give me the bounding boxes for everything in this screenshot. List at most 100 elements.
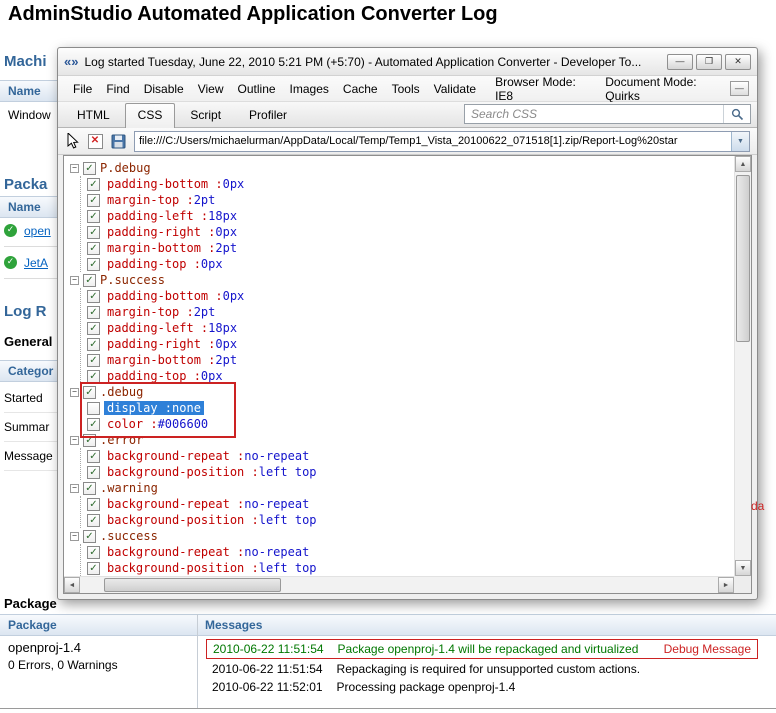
- horizontal-scrollbar[interactable]: ◄ ►: [64, 576, 734, 593]
- css-selector[interactable]: .warning: [100, 481, 158, 495]
- css-property[interactable]: margin-top : 2pt: [104, 193, 218, 207]
- pin-panel-icon[interactable]: —: [730, 81, 749, 96]
- menu-item-outline[interactable]: Outline: [231, 79, 283, 99]
- scroll-down-icon[interactable]: ▼: [735, 560, 751, 576]
- tab-profiler[interactable]: Profiler: [236, 103, 300, 127]
- css-property[interactable]: padding-left : 18px: [104, 209, 240, 223]
- save-icon[interactable]: [109, 132, 127, 150]
- property-checkbox[interactable]: ✓: [87, 370, 100, 383]
- rule-checkbox[interactable]: ✓: [83, 274, 96, 287]
- css-property[interactable]: background-repeat : no-repeat: [104, 497, 312, 511]
- collapse-icon[interactable]: −: [70, 164, 79, 173]
- property-checkbox[interactable]: ✓: [87, 258, 100, 271]
- property-checkbox[interactable]: ✓: [87, 418, 100, 431]
- css-selector[interactable]: .error: [100, 433, 143, 447]
- tab-script[interactable]: Script: [177, 103, 234, 127]
- menu-item-cache[interactable]: Cache: [336, 79, 385, 99]
- browser-mode[interactable]: Browser Mode: IE8: [495, 75, 593, 103]
- file-path: file:///C:/Users/michaelurman/AppData/Lo…: [135, 135, 731, 147]
- property-checkbox[interactable]: ✓: [87, 290, 100, 303]
- document-mode[interactable]: Document Mode: Quirks: [605, 75, 729, 103]
- collapse-icon[interactable]: −: [70, 484, 79, 493]
- css-property[interactable]: margin-bottom : 2pt: [104, 353, 240, 367]
- property-checkbox[interactable]: ✓: [87, 194, 100, 207]
- search-icon[interactable]: [723, 105, 750, 123]
- maximize-button[interactable]: ❐: [696, 54, 722, 70]
- collapse-icon[interactable]: −: [70, 388, 79, 397]
- property-checkbox[interactable]: ✓: [87, 210, 100, 223]
- property-checkbox[interactable]: ✓: [87, 514, 100, 527]
- tab-html[interactable]: HTML: [64, 103, 123, 127]
- css-property[interactable]: background-repeat : no-repeat: [104, 449, 312, 463]
- css-property[interactable]: padding-top : 0px: [104, 369, 226, 383]
- package-link[interactable]: JetA: [24, 256, 48, 270]
- close-button[interactable]: ✕: [725, 54, 751, 70]
- scroll-right-icon[interactable]: ►: [718, 577, 734, 593]
- rule-checkbox[interactable]: ✓: [83, 530, 96, 543]
- css-property[interactable]: padding-right : 0px: [104, 337, 240, 351]
- css-property[interactable]: padding-right : 0px: [104, 225, 240, 239]
- property-checkbox[interactable]: ✓: [87, 226, 100, 239]
- property-checkbox[interactable]: ✓: [87, 498, 100, 511]
- search-input[interactable]: [465, 106, 723, 122]
- horizontal-scroll-thumb[interactable]: [104, 578, 281, 592]
- dropdown-arrow-icon[interactable]: ▼: [731, 132, 749, 151]
- category-column: Categor: [8, 364, 53, 378]
- css-selector[interactable]: P.debug: [100, 161, 151, 175]
- minimize-button[interactable]: —: [667, 54, 693, 70]
- css-property[interactable]: background-position : left top: [104, 513, 320, 527]
- css-selector[interactable]: .debug: [100, 385, 143, 399]
- scroll-left-icon[interactable]: ◄: [64, 577, 80, 593]
- rule-checkbox[interactable]: ✓: [83, 482, 96, 495]
- menu-item-find[interactable]: Find: [99, 79, 136, 99]
- tab-css[interactable]: CSS: [125, 103, 176, 128]
- css-property[interactable]: background-position : left top: [104, 561, 320, 575]
- property-checkbox[interactable]: ✓: [87, 354, 100, 367]
- css-property[interactable]: color : #006600: [104, 417, 211, 431]
- css-property[interactable]: background-position : left top: [104, 465, 320, 479]
- menu-item-view[interactable]: View: [191, 79, 231, 99]
- css-property[interactable]: padding-bottom : 0px: [104, 289, 247, 303]
- menu-item-images[interactable]: Images: [283, 79, 336, 99]
- menu-item-tools[interactable]: Tools: [385, 79, 427, 99]
- css-property[interactable]: margin-top : 2pt: [104, 305, 218, 319]
- menu-item-validate[interactable]: Validate: [427, 79, 483, 99]
- vertical-scrollbar[interactable]: ▲ ▼: [734, 156, 751, 576]
- menu-item-disable[interactable]: Disable: [137, 79, 191, 99]
- property-checkbox[interactable]: ✓: [87, 466, 100, 479]
- css-property-row: ✓ padding-bottom : 0px: [87, 176, 734, 192]
- collapse-icon[interactable]: −: [70, 276, 79, 285]
- property-checkbox[interactable]: ✓: [87, 242, 100, 255]
- property-checkbox[interactable]: ✓: [87, 546, 100, 559]
- css-property[interactable]: display : none: [104, 401, 204, 415]
- css-property[interactable]: padding-top : 0px: [104, 257, 226, 271]
- menu-item-file[interactable]: File: [66, 79, 99, 99]
- property-checkbox[interactable]: ✓: [87, 450, 100, 463]
- css-property[interactable]: padding-bottom : 0px: [104, 177, 247, 191]
- scroll-up-icon[interactable]: ▲: [735, 156, 751, 172]
- property-checkbox[interactable]: ✓: [87, 178, 100, 191]
- clear-icon[interactable]: ✕: [86, 132, 104, 150]
- file-path-combobox[interactable]: file:///C:/Users/michaelurman/AppData/Lo…: [134, 131, 750, 152]
- property-checkbox[interactable]: [87, 402, 100, 415]
- property-checkbox[interactable]: ✓: [87, 322, 100, 335]
- css-selector[interactable]: P.success: [100, 273, 165, 287]
- vertical-scroll-thumb[interactable]: [736, 175, 750, 342]
- property-checkbox[interactable]: ✓: [87, 306, 100, 319]
- title-bar[interactable]: «» Log started Tuesday, June 22, 2010 5:…: [58, 48, 757, 76]
- css-property[interactable]: padding-left : 18px: [104, 321, 240, 335]
- rule-checkbox[interactable]: ✓: [83, 162, 96, 175]
- package-link[interactable]: open: [24, 224, 51, 238]
- select-element-icon[interactable]: [63, 132, 81, 150]
- css-property[interactable]: margin-bottom : 2pt: [104, 241, 240, 255]
- rule-checkbox[interactable]: ✓: [83, 434, 96, 447]
- css-property[interactable]: background-repeat : no-repeat: [104, 545, 312, 559]
- property-checkbox[interactable]: ✓: [87, 562, 100, 575]
- collapse-icon[interactable]: −: [70, 532, 79, 541]
- rule-checkbox[interactable]: ✓: [83, 386, 96, 399]
- property-checkbox[interactable]: ✓: [87, 338, 100, 351]
- collapse-icon[interactable]: −: [70, 436, 79, 445]
- css-property-row: ✓ padding-right : 0px: [87, 224, 734, 240]
- css-property-row: ✓ padding-left : 18px: [87, 320, 734, 336]
- css-selector[interactable]: .success: [100, 529, 158, 543]
